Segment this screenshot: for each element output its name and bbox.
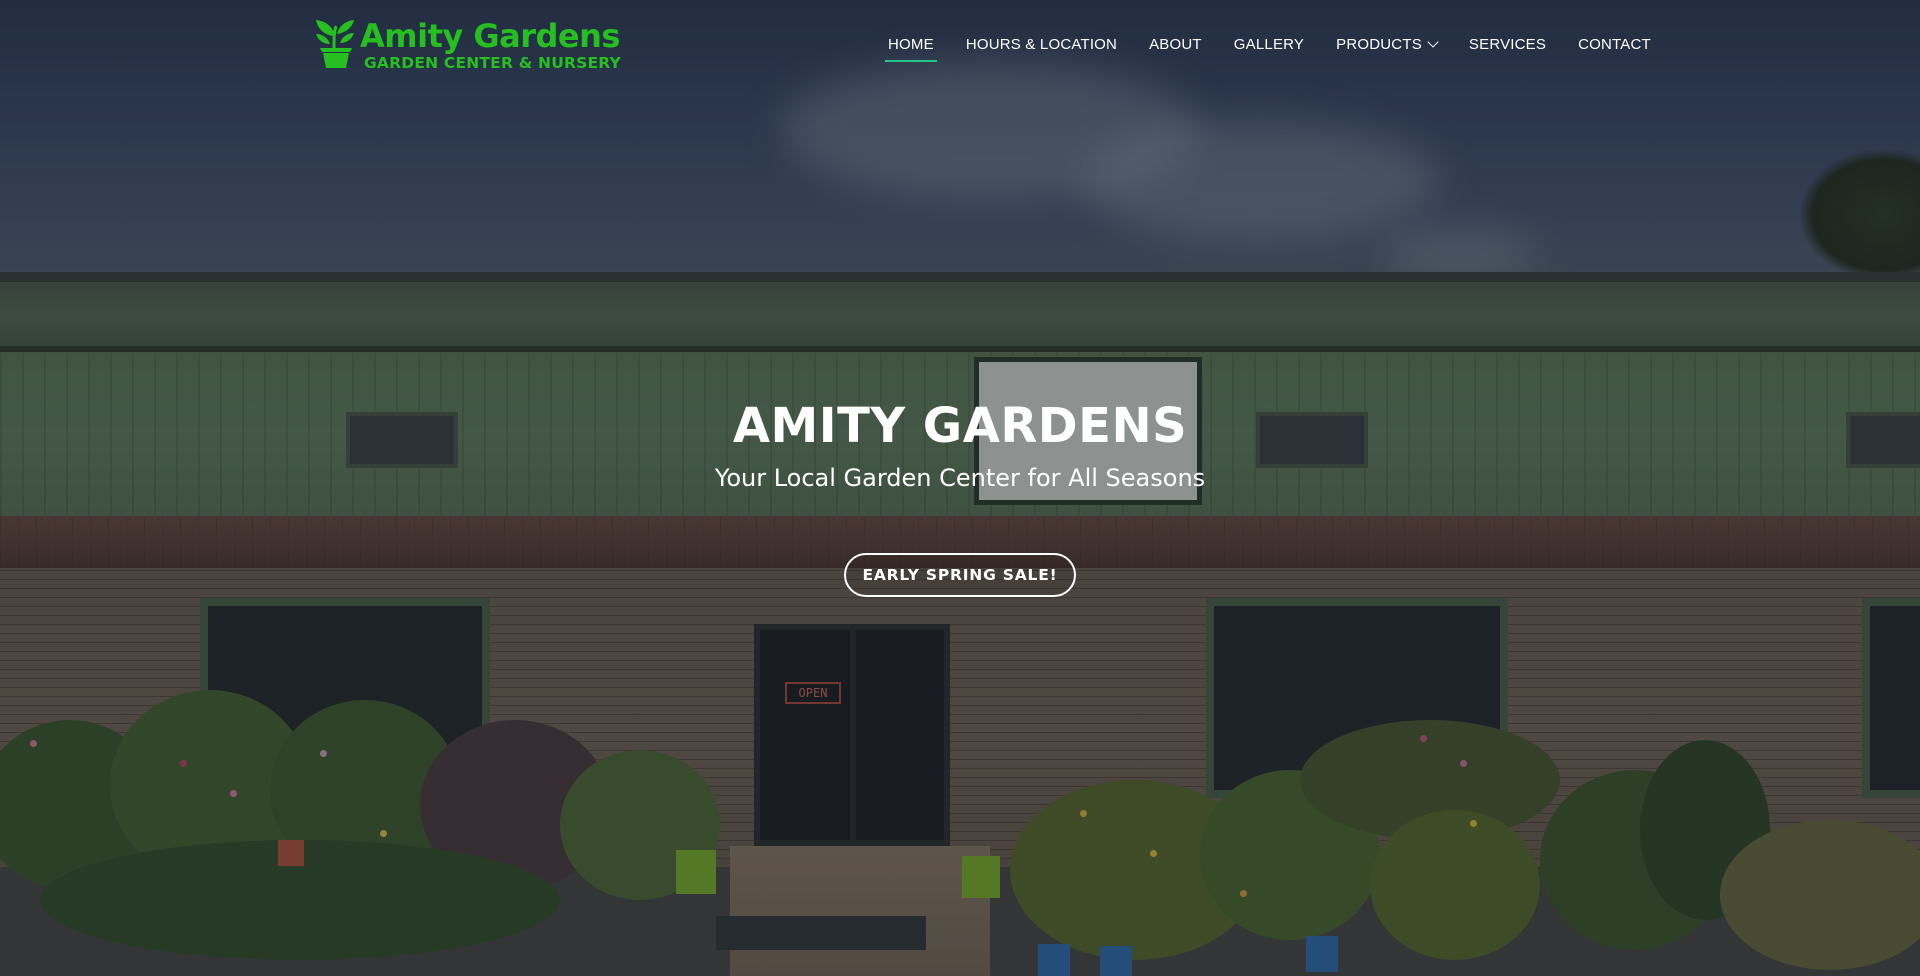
nav-services-label: SERVICES [1468,36,1547,53]
plant-pot-icon [316,20,354,68]
nav-products[interactable]: PRODUCTS [1336,31,1439,59]
hero-section: OPEN Amity Gardens GARDEN CENTER & NURSE… [0,0,1920,976]
logo-title: Amity Gardens [360,17,620,55]
main-nav: HOME HOURS & LOCATION ABOUT GALLERY PROD… [885,30,1651,62]
nav-contact-label: CONTACT [1578,36,1651,53]
hero-subtitle: Your Local Garden Center for All Seasons [714,464,1206,492]
logo[interactable]: Amity Gardens GARDEN CENTER & NURSERY [312,16,621,74]
nav-products-label: PRODUCTS [1336,36,1422,53]
nav-home-label: HOME [888,36,934,53]
nav-gallery-label: GALLERY [1233,36,1305,53]
nav-hours-location[interactable]: HOURS & LOCATION [966,31,1117,59]
nav-contact[interactable]: CONTACT [1578,31,1651,59]
hero-title: AMITY GARDENS [732,398,1188,454]
nav-services[interactable]: SERVICES [1469,31,1546,59]
logo-subtitle: GARDEN CENTER & NURSERY [364,54,621,72]
site-header: Amity Gardens GARDEN CENTER & NURSERY HO… [0,0,1920,90]
early-spring-sale-button[interactable]: EARLY SPRING SALE! [844,553,1076,597]
nav-about[interactable]: ABOUT [1149,31,1202,59]
nav-home[interactable]: HOME [885,31,937,62]
nav-about-label: ABOUT [1149,36,1202,53]
nav-gallery[interactable]: GALLERY [1234,31,1304,59]
nav-hours-location-label: HOURS & LOCATION [965,36,1118,53]
chevron-down-icon [1427,36,1439,48]
